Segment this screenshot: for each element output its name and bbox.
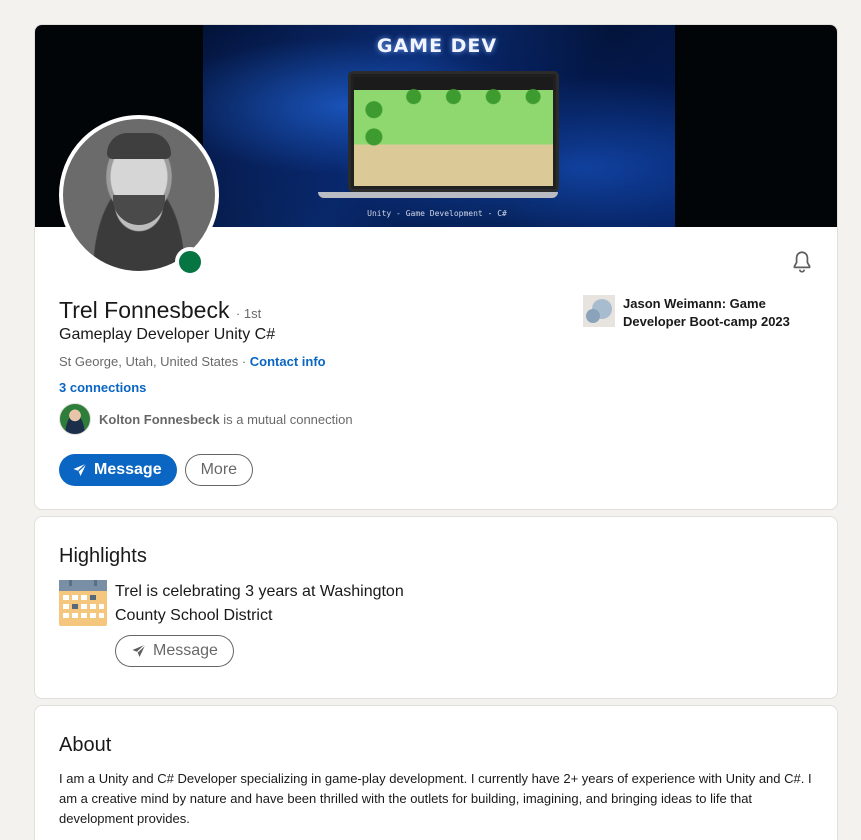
education-name: Jason Weimann: Game Developer Boot-camp … (623, 296, 790, 329)
laptop-screen-image (348, 71, 559, 192)
connections-link[interactable]: 3 connections (59, 380, 146, 395)
location-separator: · (238, 354, 250, 369)
highlights-card: Highlights Trel is celebrating 3 years a… (34, 516, 838, 699)
send-icon (73, 463, 87, 476)
bell-icon[interactable] (789, 249, 815, 275)
avatar-beard (113, 195, 165, 225)
contact-info-link[interactable]: Contact info (250, 354, 326, 369)
about-text: I am a Unity and C# Developer specializi… (59, 771, 812, 826)
mutual-connection[interactable]: Kolton Fonnesbeck is a mutual connection (59, 403, 353, 435)
profile-actions: Message More (59, 454, 254, 486)
online-status-indicator (175, 247, 205, 277)
about-card: About I am a Unity and C# Developer spec… (34, 705, 838, 840)
education-entry[interactable]: Jason Weimann: Game Developer Boot-camp … (583, 295, 808, 331)
message-button-label: Message (94, 461, 162, 478)
highlights-title: Highlights (59, 545, 147, 567)
banner-title: GAME DEV (376, 35, 498, 57)
profile-headline: Gameplay Developer Unity C# (59, 326, 276, 343)
mutual-connection-name: Kolton Fonnesbeck (99, 411, 220, 427)
highlight-text: Trel is celebrating 3 years at Washingto… (115, 583, 404, 624)
calendar-icon (59, 580, 107, 626)
message-button[interactable]: Message (59, 454, 177, 486)
connection-degree: · 1st (235, 306, 262, 321)
avatar-hair (107, 133, 171, 159)
mutual-connection-avatar (59, 403, 91, 435)
profile-card: GAME DEV Unity - Game Development - C# T… (34, 24, 838, 510)
profile-location: St George, Utah, United States (59, 354, 239, 369)
send-icon (132, 644, 146, 657)
more-button[interactable]: More (184, 454, 254, 486)
highlight-message-label: Message (153, 642, 218, 659)
name-row: Trel Fonnesbeck · 1st (59, 297, 261, 324)
profile-name: Trel Fonnesbeck (59, 297, 230, 323)
location-row: St George, Utah, United States · Contact… (59, 354, 326, 369)
laptop-base (318, 192, 558, 198)
highlight-message-button[interactable]: Message (115, 635, 234, 667)
mutual-connection-suffix: is a mutual connection (219, 411, 353, 427)
game-screenshot (354, 77, 553, 186)
mutual-connection-text: Kolton Fonnesbeck is a mutual connection (99, 412, 353, 427)
about-title: About (59, 734, 112, 756)
education-logo (583, 295, 615, 327)
